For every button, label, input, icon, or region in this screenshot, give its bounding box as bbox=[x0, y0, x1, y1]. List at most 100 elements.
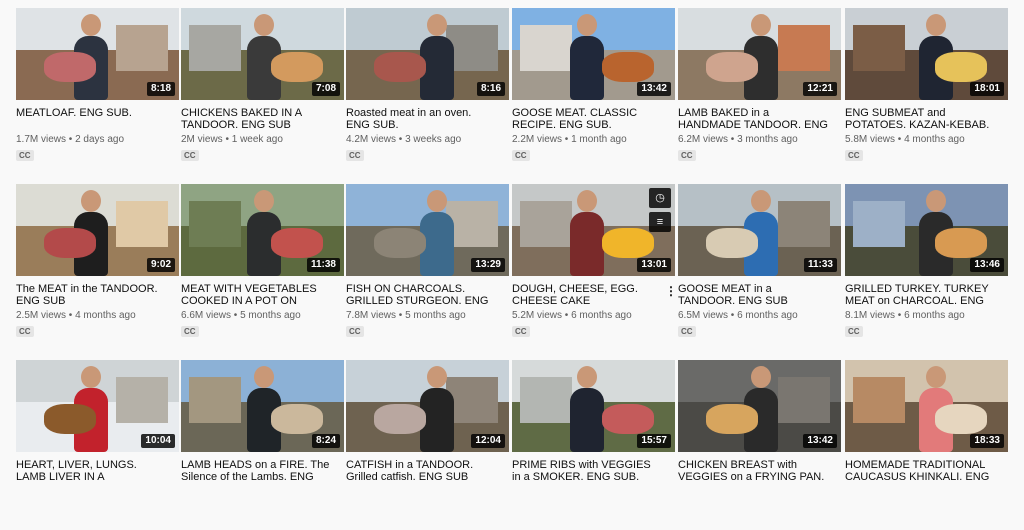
video-card[interactable]: 7:08 CHICKENS BAKED IN A TANDOOR. ENG SUB… bbox=[181, 8, 344, 178]
cc-badge: CC bbox=[181, 150, 199, 161]
video-duration: 12:21 bbox=[803, 82, 837, 96]
video-metadata: 1.7M views • 2 days ago bbox=[16, 134, 176, 146]
video-card[interactable]: 9:02 The MEAT in the TANDOOR. ENG SUB 2.5M… bbox=[16, 184, 179, 354]
thumbnail-food bbox=[44, 228, 96, 258]
view-count: 6.6M views bbox=[181, 310, 232, 321]
video-thumbnail[interactable]: 13:42 bbox=[512, 8, 675, 100]
upload-age: 3 months ago bbox=[737, 134, 798, 145]
video-card[interactable]: 13:46 GRILLED TURKEY. TURKEY MEAT on CHAR… bbox=[845, 184, 1008, 354]
video-thumbnail[interactable]: 11:38 bbox=[181, 184, 344, 276]
video-card[interactable]: 12:21 LAMB BAKED in a HANDMADE TANDOOR. E… bbox=[678, 8, 841, 178]
meta-separator: • bbox=[66, 134, 76, 145]
thumbnail-food bbox=[374, 404, 426, 434]
video-title[interactable]: ENG SUBMEAT and POTATOES. KAZAN-KEBAB. E… bbox=[845, 107, 995, 131]
video-card[interactable]: 13:42 CHICKEN BREAST with VEGGIES on a FR… bbox=[678, 360, 841, 530]
video-title[interactable]: CHICKENS BAKED IN A TANDOOR. ENG SUB bbox=[181, 107, 331, 131]
video-title[interactable]: MEAT WITH VEGETABLES COOKED IN A POT ON … bbox=[181, 283, 331, 307]
add-to-queue-icon[interactable]: ≡ bbox=[649, 212, 671, 232]
video-thumbnail[interactable]: 8:24 bbox=[181, 360, 344, 452]
video-title[interactable]: GOOSE MEAT. CLASSIC RECIPE. ENG SUB. bbox=[512, 107, 662, 131]
video-card[interactable]: 11:38 MEAT WITH VEGETABLES COOKED IN A PO… bbox=[181, 184, 344, 354]
thumbnail-building bbox=[853, 200, 905, 247]
thumbnail-person-head bbox=[81, 190, 101, 212]
video-card[interactable]: 8:24 LAMB HEADS on a FIRE. The Silence of… bbox=[181, 360, 344, 530]
video-thumbnail[interactable]: 8:16 bbox=[346, 8, 509, 100]
video-thumbnail[interactable]: 18:33 bbox=[845, 360, 1008, 452]
video-card[interactable]: 8:16 Roasted meat in an oven. ENG SUB. 4.2… bbox=[346, 8, 509, 178]
video-duration: 8:16 bbox=[476, 82, 505, 96]
video-card[interactable]: 18:01 ENG SUBMEAT and POTATOES. KAZAN-KEB… bbox=[845, 8, 1008, 178]
view-count: 2.5M views bbox=[16, 310, 67, 321]
video-title[interactable]: MEATLOAF. ENG SUB. bbox=[16, 107, 166, 119]
thumbnail-person-head bbox=[254, 190, 274, 212]
meta-separator: • bbox=[66, 310, 76, 321]
video-thumbnail[interactable]: 13:29 bbox=[346, 184, 509, 276]
video-card[interactable]: 15:57 PRIME RIBS with VEGGIES in a SMOKER… bbox=[512, 360, 675, 530]
video-thumbnail[interactable]: 7:08 bbox=[181, 8, 344, 100]
video-title[interactable]: CHICKEN BREAST with VEGGIES on a FRYING … bbox=[678, 459, 828, 483]
video-thumbnail[interactable]: 8:18 bbox=[16, 8, 179, 100]
video-duration: 13:42 bbox=[637, 82, 671, 96]
video-duration: 9:02 bbox=[146, 258, 175, 272]
meta-separator: • bbox=[396, 134, 406, 145]
video-thumbnail[interactable]: 12:04 bbox=[346, 360, 509, 452]
cc-badge: CC bbox=[845, 150, 863, 161]
thumbnail-food bbox=[602, 228, 654, 258]
video-title[interactable]: DOUGH, CHEESE, EGG. CHEESE CAKE "KHACHAP… bbox=[512, 283, 662, 307]
video-card[interactable]: 18:33 HOMEMADE TRADITIONAL CAUCASUS KHINK… bbox=[845, 360, 1008, 530]
video-card[interactable]: 11:33 GOOSE MEAT in a TANDOOR. ENG SUB 6.5… bbox=[678, 184, 841, 354]
video-title[interactable]: HEART, LIVER, LUNGS. LAMB LIVER IN A CAU… bbox=[16, 459, 166, 483]
video-thumbnail[interactable]: 9:02 bbox=[16, 184, 179, 276]
upload-age: 2 days ago bbox=[75, 134, 125, 145]
view-count: 7.8M views bbox=[346, 310, 397, 321]
thumbnail-building bbox=[520, 376, 572, 423]
video-title[interactable]: The MEAT in the TANDOOR. ENG SUB bbox=[16, 283, 166, 307]
video-title[interactable]: GOOSE MEAT in a TANDOOR. ENG SUB bbox=[678, 283, 828, 307]
view-count: 8.1M views bbox=[845, 310, 896, 321]
video-duration: 18:01 bbox=[970, 82, 1004, 96]
thumbnail-food bbox=[374, 52, 426, 82]
video-thumbnail[interactable]: 13:42 bbox=[678, 360, 841, 452]
thumbnail-person-head bbox=[751, 366, 771, 388]
video-metadata: 7.8M views • 5 months ago bbox=[346, 310, 506, 322]
video-title[interactable]: HOMEMADE TRADITIONAL CAUCASUS KHINKALI. … bbox=[845, 459, 995, 483]
video-title[interactable]: GRILLED TURKEY. TURKEY MEAT on CHARCOAL.… bbox=[845, 283, 995, 307]
video-duration: 7:08 bbox=[311, 82, 340, 96]
meta-separator: • bbox=[728, 134, 738, 145]
thumbnail-person-head bbox=[926, 190, 946, 212]
video-thumbnail[interactable]: 13:46 bbox=[845, 184, 1008, 276]
video-metadata: 8.1M views • 6 months ago bbox=[845, 310, 1005, 322]
video-title[interactable]: Roasted meat in an oven. ENG SUB. bbox=[346, 107, 496, 131]
more-vert-icon[interactable]: ⋮ bbox=[665, 283, 677, 299]
video-card[interactable]: 8:18 MEATLOAF. ENG SUB. 1.7M views • 2 day… bbox=[16, 8, 179, 178]
meta-separator: • bbox=[562, 310, 572, 321]
video-metadata: 2.5M views • 4 months ago bbox=[16, 310, 176, 322]
watch-later-icon[interactable]: ◷ bbox=[649, 188, 671, 208]
video-title[interactable]: CATFISH in a TANDOOR. Grilled catfish. E… bbox=[346, 459, 496, 483]
thumbnail-food bbox=[271, 404, 323, 434]
video-title[interactable]: FISH ON CHARCOALS. GRILLED STURGEON. ENG… bbox=[346, 283, 496, 307]
video-thumbnail[interactable]: 12:21 bbox=[678, 8, 841, 100]
video-card[interactable]: 12:04 CATFISH in a TANDOOR. Grilled catfi… bbox=[346, 360, 509, 530]
view-count: 2.2M views bbox=[512, 134, 563, 145]
video-title[interactable]: PRIME RIBS with VEGGIES in a SMOKER. ENG… bbox=[512, 459, 662, 483]
upload-age: 4 months ago bbox=[904, 134, 965, 145]
video-card[interactable]: 13:29 FISH ON CHARCOALS. GRILLED STURGEON… bbox=[346, 184, 509, 354]
video-duration: 10:04 bbox=[141, 434, 175, 448]
cc-badge: CC bbox=[181, 326, 199, 337]
video-thumbnail[interactable]: 11:33 bbox=[678, 184, 841, 276]
thumbnail-person-head bbox=[427, 14, 447, 36]
thumbnail-food bbox=[935, 228, 987, 258]
upload-age: 6 months ago bbox=[571, 310, 632, 321]
video-thumbnail[interactable]: 18:01 bbox=[845, 8, 1008, 100]
video-card[interactable]: 10:04 HEART, LIVER, LUNGS. LAMB LIVER IN … bbox=[16, 360, 179, 530]
video-card[interactable]: 13:42 GOOSE MEAT. CLASSIC RECIPE. ENG SUB… bbox=[512, 8, 675, 178]
video-thumbnail[interactable]: 15:57 bbox=[512, 360, 675, 452]
video-title[interactable]: LAMB HEADS on a FIRE. The Silence of the… bbox=[181, 459, 331, 483]
video-title[interactable]: LAMB BAKED in a HANDMADE TANDOOR. ENG SU… bbox=[678, 107, 828, 131]
meta-separator: • bbox=[396, 310, 406, 321]
video-thumbnail[interactable]: 10:04 bbox=[16, 360, 179, 452]
thumbnail-food bbox=[271, 52, 323, 82]
video-thumbnail[interactable]: 13:01 ◷ ≡ bbox=[512, 184, 675, 276]
video-card[interactable]: 13:01◷≡DOUGH, CHEESE, EGG. CHEESE CAKE "… bbox=[512, 184, 677, 354]
